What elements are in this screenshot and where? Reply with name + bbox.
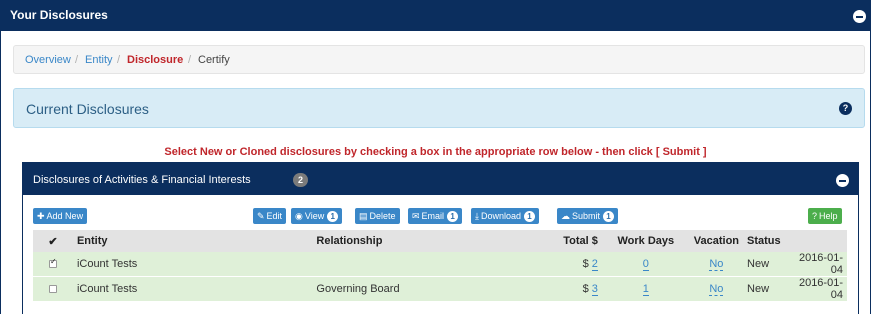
view-button[interactable]: ◉ View 1	[291, 208, 343, 224]
edit-button[interactable]: ✎ Edit	[253, 208, 287, 224]
help-button[interactable]: ? Help	[808, 208, 842, 224]
table-header-row: ✔ Entity Relationship Total $ Work Days …	[33, 230, 847, 252]
panel-title: Disclosures of Activities & Financial In…	[33, 174, 251, 186]
breadcrumb-separator: /	[75, 54, 79, 66]
column-header-date	[787, 230, 847, 252]
column-header-relationship[interactable]: Relationship	[312, 230, 533, 252]
table-row: iCount Tests $ 2 0 No New 2016-01-04	[33, 252, 847, 277]
plus-icon: ✚	[37, 211, 45, 221]
relationship-cell	[312, 252, 532, 277]
collapse-icon[interactable]	[853, 10, 866, 23]
submit-label: Submit	[572, 211, 601, 221]
edit-label: Edit	[266, 211, 283, 221]
column-header-status[interactable]: Status	[743, 230, 787, 252]
breadcrumb-disclosure: Disclosure	[127, 54, 184, 66]
select-all-check-icon[interactable]: ✔	[33, 230, 73, 252]
upload-icon: ☁	[561, 211, 570, 221]
relationship-cell: Governing Board	[312, 276, 533, 301]
breadcrumb-entity[interactable]: Entity	[85, 54, 113, 66]
row-checkbox-cell	[33, 252, 73, 277]
vacation-cell: No	[689, 276, 744, 301]
vacation-link[interactable]: No	[709, 283, 724, 296]
download-count-badge: 1	[524, 211, 536, 222]
envelope-icon: ✉	[412, 211, 420, 221]
submit-button[interactable]: ☁ Submit 1	[557, 208, 619, 224]
breadcrumb: Overview / Entity / Disclosure / Certify	[13, 45, 865, 74]
column-header-work-days[interactable]: Work Days	[601, 230, 690, 252]
add-new-button[interactable]: ✚ Add New	[33, 208, 88, 224]
disclosures-panel: Disclosures of Activities & Financial In…	[22, 162, 859, 314]
column-header-vacation[interactable]: Vacation	[689, 230, 744, 252]
row-checkbox[interactable]	[48, 257, 57, 268]
work-days-cell: 0	[602, 252, 690, 277]
email-label: Email	[421, 211, 445, 221]
disclosures-header-bar: Your Disclosures	[0, 0, 871, 31]
email-count-badge: 1	[447, 211, 459, 222]
status-cell: New	[747, 258, 770, 270]
entity-cell: iCount Tests	[76, 258, 138, 270]
entity-cell: iCount Tests	[72, 276, 313, 301]
page-title: Your Disclosures	[10, 8, 108, 22]
add-new-label: Add New	[46, 211, 84, 221]
email-button[interactable]: ✉ Email 1	[408, 208, 463, 224]
question-icon: ?	[812, 211, 818, 221]
date-cell: 2016-01-04	[787, 276, 847, 301]
view-label: View	[304, 211, 325, 221]
currency-symbol: $	[582, 258, 589, 270]
view-count-badge: 1	[327, 211, 339, 222]
collapse-icon[interactable]	[836, 174, 849, 187]
delete-label: Delete	[369, 211, 396, 221]
work-days-link[interactable]: 1	[642, 283, 649, 296]
total-cell: $ 3	[532, 276, 602, 301]
delete-button[interactable]: ▤ Delete	[355, 208, 400, 224]
help-label: Help	[819, 211, 838, 221]
current-disclosures-panel: Current Disclosures ?	[13, 88, 865, 128]
eye-icon: ◉	[295, 211, 303, 221]
breadcrumb-certify: Certify	[198, 54, 230, 66]
column-header-entity[interactable]: Entity	[72, 230, 313, 252]
download-label: Download	[480, 211, 522, 221]
total-link[interactable]: 3	[591, 283, 598, 296]
count-badge: 2	[293, 173, 308, 187]
currency-symbol: $	[582, 283, 589, 295]
breadcrumb-separator: /	[188, 54, 192, 66]
submit-count-badge: 1	[603, 211, 615, 222]
column-header-total[interactable]: Total $	[532, 230, 602, 252]
date-cell: 2016-01-04	[798, 252, 843, 276]
breadcrumb-separator: /	[117, 54, 121, 66]
help-icon[interactable]: ?	[839, 102, 852, 115]
current-disclosures-label: Current Disclosures	[26, 101, 149, 117]
download-icon: ⤓	[475, 211, 479, 221]
work-days-link[interactable]: 0	[642, 258, 649, 271]
pencil-icon: ✎	[257, 211, 265, 221]
instruction-text: Select New or Cloned disclosures by chec…	[164, 146, 707, 158]
breadcrumb-overview[interactable]: Overview	[25, 54, 71, 66]
trash-icon: ▤	[359, 211, 368, 221]
table-row: iCount Tests Governing Board $ 3 1 No Ne…	[33, 276, 847, 301]
total-cell: $ 2	[532, 252, 602, 277]
vacation-cell: No	[690, 252, 743, 277]
disclosures-table: ✔ Entity Relationship Total $ Work Days …	[33, 230, 847, 301]
download-button[interactable]: ⤓ Download 1	[471, 208, 540, 224]
row-checkbox-cell	[33, 276, 73, 301]
vacation-link[interactable]: No	[709, 258, 724, 271]
row-checkbox[interactable]	[48, 285, 57, 293]
work-days-cell: 1	[601, 276, 690, 301]
status-cell: New	[743, 276, 787, 301]
panel-header: Disclosures of Activities & Financial In…	[23, 163, 858, 195]
total-link[interactable]: 2	[591, 258, 598, 271]
